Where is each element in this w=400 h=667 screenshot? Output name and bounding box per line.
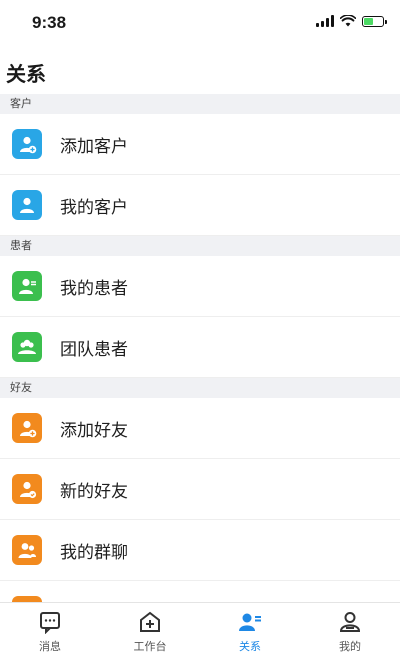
list-item-label: 我的群聊 [60, 542, 128, 563]
team-patient-icon [12, 332, 42, 362]
list-item-label: 新的好友 [60, 481, 128, 502]
list-item-label: 添加客户 [60, 136, 128, 157]
tab-message[interactable]: 消息 [0, 603, 100, 667]
workbench-icon [138, 610, 162, 634]
list-item[interactable]: 我的患者 [0, 256, 400, 317]
new-friend-icon [12, 474, 42, 504]
list-item[interactable]: 添加好友 [0, 398, 400, 459]
battery-icon [362, 15, 387, 27]
wifi-icon [340, 15, 356, 27]
list-item[interactable]: 团队患者 [0, 317, 400, 378]
list-item[interactable]: 添加客户 [0, 114, 400, 175]
tab-contacts[interactable]: 关系 [200, 603, 300, 667]
tab-label: 关系 [239, 640, 261, 653]
contacts-icon [238, 610, 262, 634]
add-friend-icon [12, 413, 42, 443]
list-item-label: 我的患者 [60, 278, 128, 299]
list-item-label: 团队患者 [60, 339, 128, 360]
status-bar: 9:38 [0, 0, 400, 46]
add-customer-icon [12, 129, 42, 159]
tab-label: 消息 [39, 640, 61, 653]
group-chat-icon [12, 535, 42, 565]
patient-icon [12, 271, 42, 301]
customer-icon [12, 190, 42, 220]
list-item[interactable]: 我的客户 [0, 175, 400, 236]
list-item[interactable]: 我的群聊 [0, 520, 400, 581]
tab-label: 我的 [339, 640, 361, 653]
signal-icon [316, 15, 334, 27]
tab-bar: 消息 工作台 关系 我的 [0, 602, 400, 667]
list-item[interactable]: 新的好友 [0, 459, 400, 520]
section-header: 客户 [0, 94, 400, 114]
list-item-label: 我的客户 [60, 197, 128, 218]
tab-workbench[interactable]: 工作台 [100, 603, 200, 667]
message-icon [38, 610, 62, 635]
page-title: 关系 [6, 62, 46, 86]
tab-profile[interactable]: 我的 [300, 603, 400, 667]
section-header: 患者 [0, 236, 400, 256]
list-item-label: 添加好友 [60, 420, 128, 441]
tab-label: 工作台 [133, 640, 167, 653]
status-icons [316, 15, 387, 27]
list-item[interactable]: 我的好友 [0, 581, 400, 602]
profile-icon [338, 610, 362, 634]
section-header: 好友 [0, 378, 400, 398]
status-time: 9:38 [32, 13, 67, 32]
relations-list[interactable]: 客户添加客户我的客户患者我的患者团队患者好友添加好友新的好友我的群聊我的好友 [0, 94, 400, 602]
